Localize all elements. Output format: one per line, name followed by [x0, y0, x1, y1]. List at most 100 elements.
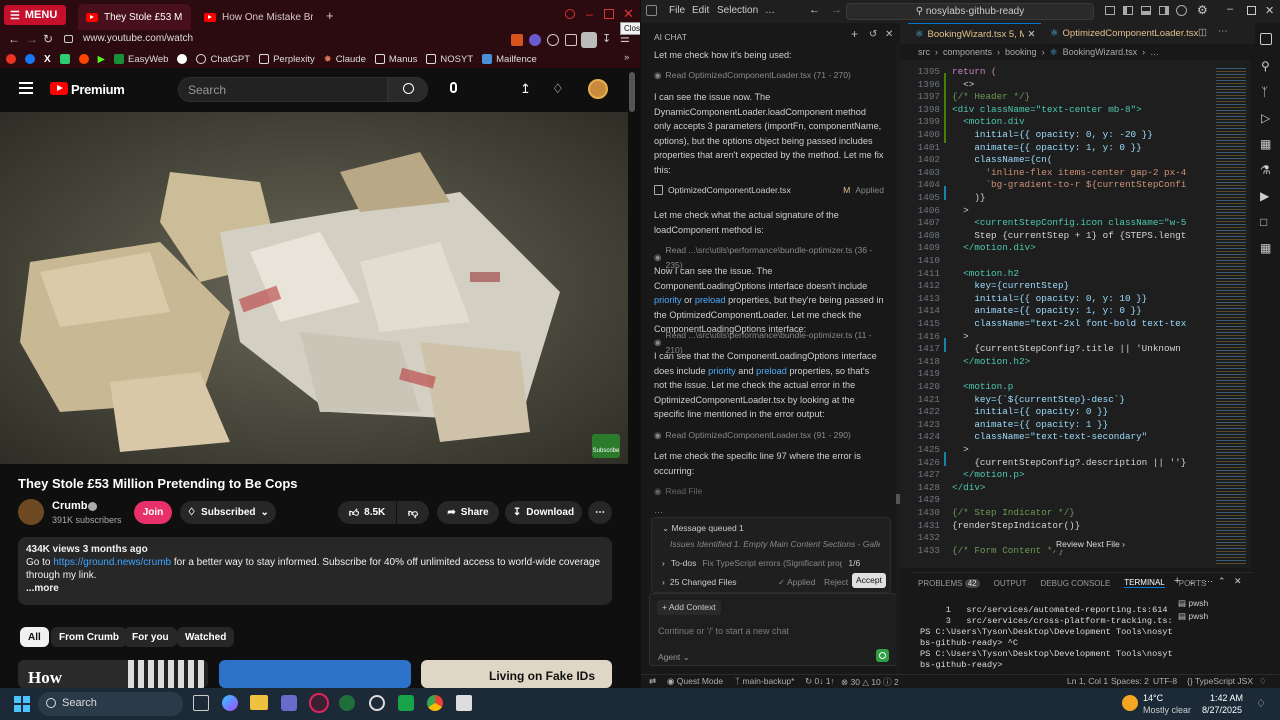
url-field[interactable]: www.youtube.com/watch	[83, 33, 193, 44]
indentation[interactable]: Spaces: 2	[1111, 676, 1149, 686]
app-icon[interactable]	[281, 695, 297, 711]
toggle-panel-icon[interactable]	[1141, 6, 1151, 15]
recommended-thumbnail[interactable]: Living on Fake IDs	[421, 660, 612, 688]
send-button[interactable]	[876, 649, 889, 662]
channel-avatar[interactable]	[18, 499, 44, 525]
reddit-icon[interactable]	[78, 54, 89, 64]
file-explorer-icon[interactable]	[250, 695, 268, 710]
extension-icon[interactable]	[529, 34, 541, 46]
bookmark-nosyt[interactable]: NOSYT	[426, 54, 473, 65]
tool-call-read[interactable]: ◉ Read OptimizedComponentLoader.tsx (71 -…	[654, 68, 884, 83]
maximize-icon[interactable]	[604, 9, 614, 19]
search-icon[interactable]: ⚲	[1261, 59, 1270, 73]
account-icon[interactable]	[1176, 5, 1187, 16]
git-sync[interactable]: ↻ 0↓ 1↑	[805, 676, 835, 687]
chip-from-crumb[interactable]: From Crumb	[51, 627, 127, 647]
youtube-logo-icon[interactable]	[50, 82, 68, 95]
settings-gear-icon[interactable]: ⚙	[1197, 3, 1208, 17]
nav-back-icon[interactable]: ←	[809, 4, 820, 16]
video-player[interactable]: Subscribe	[0, 112, 628, 464]
profile-avatar[interactable]	[581, 32, 597, 48]
terminal-instance[interactable]: ▤ pwsh	[1178, 597, 1208, 610]
queued-message-header[interactable]: ⌄ Message queued 1	[662, 523, 744, 534]
bookmark-perplexity[interactable]: Perplexity	[259, 54, 315, 65]
subscribed-button[interactable]: ♢ Subscribed ⌄	[180, 501, 276, 524]
todos-row[interactable]: › To-dos Fix TypeScript errors (Significan…	[662, 558, 890, 569]
subscribe-watermark[interactable]: Subscribe	[592, 434, 620, 458]
more-actions-button[interactable]: ⋯	[588, 501, 612, 524]
close-tab-icon[interactable]: ✕	[1028, 29, 1036, 40]
tab-output[interactable]: OUTPUT	[994, 579, 1027, 588]
windows-start-icon[interactable]	[14, 696, 30, 712]
minimize-icon[interactable]: –	[1227, 3, 1233, 15]
tool-call-read[interactable]: ◉ Read File	[654, 484, 884, 499]
git-branch[interactable]: ᛉ main-backup*	[735, 676, 794, 686]
wordpress-icon[interactable]	[177, 54, 188, 64]
notifications-bell-icon[interactable]: ♢	[552, 81, 564, 97]
app-icon[interactable]	[456, 695, 472, 711]
page-scrollbar[interactable]	[629, 72, 635, 112]
github-icon[interactable]	[369, 695, 385, 711]
task-view-icon[interactable]	[193, 695, 209, 711]
flask-icon[interactable]: ⚗	[1260, 163, 1271, 177]
temperature[interactable]: 14°C	[1143, 693, 1163, 703]
tool-call-read[interactable]: ◉ Read OptimizedComponentLoader.tsx (91 -…	[654, 428, 884, 443]
forward-icon[interactable]: →	[26, 32, 38, 46]
recommended-thumbnail[interactable]: How	[18, 660, 208, 688]
extension-icon[interactable]	[511, 34, 523, 46]
share-button[interactable]: ➦ Share	[437, 501, 499, 524]
bookmark-icon[interactable]	[59, 54, 70, 64]
site-info-icon[interactable]	[64, 35, 73, 43]
quest-mode[interactable]: ◉ Quest Mode	[667, 676, 723, 687]
chrome-icon[interactable]	[427, 695, 443, 711]
maximize-icon[interactable]	[1247, 6, 1256, 15]
more-actions-icon[interactable]: ⋯	[1204, 576, 1213, 587]
app-icon[interactable]	[339, 695, 355, 711]
chat-input[interactable]: Continue or '/' to start a new chat	[658, 624, 789, 639]
youtube-premium-logo[interactable]: Premium	[71, 82, 125, 97]
extensions-icon[interactable]: ▦	[1260, 137, 1271, 151]
extension-icon[interactable]	[547, 34, 559, 46]
add-context-button[interactable]: + Add Context	[657, 600, 721, 615]
youtube-search-input[interactable]: Search	[178, 77, 388, 102]
hamburger-icon[interactable]	[19, 82, 33, 94]
reject-button[interactable]: Reject	[824, 577, 848, 588]
reload-icon[interactable]: ↻	[43, 32, 53, 46]
facebook-icon[interactable]	[25, 54, 35, 64]
changed-files-row[interactable]: › 25 Changed Files	[662, 577, 736, 588]
menu-edit[interactable]: Edit	[692, 5, 709, 16]
tab-problems[interactable]: PROBLEMS 42	[918, 578, 980, 588]
accept-button[interactable]: Accept	[852, 573, 886, 588]
command-center[interactable]: ⚲ nosylabs-github-ready	[846, 3, 1094, 20]
description-link[interactable]: https://ground.news/crumb	[53, 557, 171, 568]
weather-status[interactable]: Mostly clear	[1143, 705, 1191, 715]
tab-debug-console[interactable]: DEBUG CONSOLE	[1041, 579, 1111, 588]
source-control-icon[interactable]: ᛉ	[1261, 85, 1268, 99]
chevron-down-icon[interactable]: ⌄	[1188, 576, 1196, 587]
close-chat-icon[interactable]: ✕	[885, 28, 893, 43]
new-tab-button[interactable]: +	[326, 8, 334, 23]
toggle-sidebar-icon[interactable]	[1123, 6, 1133, 15]
new-chat-icon[interactable]: +	[851, 27, 858, 42]
cursor-position[interactable]: Ln 1, Col 1	[1067, 676, 1108, 686]
explorer-icon[interactable]	[1260, 33, 1272, 45]
recommended-thumbnail[interactable]	[219, 660, 411, 688]
join-button[interactable]: Join	[134, 501, 172, 524]
download-icon[interactable]: ↧	[602, 32, 611, 45]
close-icon[interactable]: ✕	[623, 6, 634, 22]
opera-menu-button[interactable]: ☰ MENU	[4, 5, 66, 25]
bookmark-chatgpt[interactable]: ChatGPT	[196, 54, 250, 65]
bookmark-easyweb[interactable]: EasyWeb	[113, 54, 168, 65]
toggle-secondary-sidebar-icon[interactable]	[1159, 6, 1169, 15]
tab-terminal[interactable]: TERMINAL	[1124, 578, 1165, 588]
encoding[interactable]: UTF-8	[1153, 676, 1177, 686]
tab-youtube-second[interactable]: How One Mistake Broke C	[196, 4, 321, 30]
play-icon[interactable]: ▶	[98, 54, 105, 65]
chip-all[interactable]: All	[20, 627, 49, 647]
tab-youtube-video[interactable]: They Stole £53 Million	[78, 4, 191, 30]
language-mode[interactable]: {} TypeScript JSX	[1187, 676, 1253, 686]
layout-icon[interactable]	[1105, 6, 1115, 15]
opera-gx-icon[interactable]	[309, 693, 329, 713]
back-icon[interactable]: ←	[8, 32, 20, 46]
menu-selection[interactable]: Selection	[717, 5, 758, 16]
